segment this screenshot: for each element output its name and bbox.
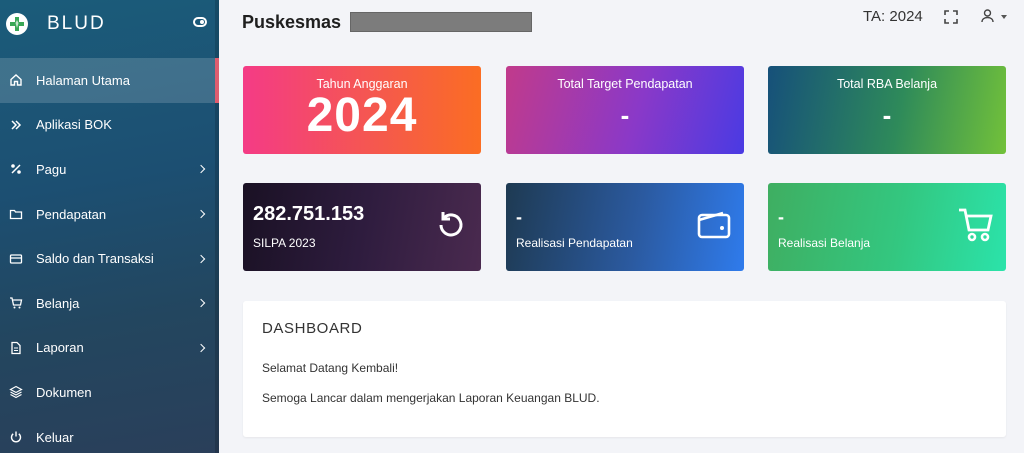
greeting-text: Semoga Lancar dalam mengerjakan Laporan … (262, 391, 600, 405)
sidebar-menu: Halaman Utama Aplikasi BOK Pagu Pendapat… (0, 58, 219, 453)
panel-title: DASHBOARD (262, 320, 363, 337)
fullscreen-icon[interactable] (944, 10, 958, 24)
double-chevron-icon (9, 118, 23, 132)
welcome-text: Selamat Datang Kembali! (262, 361, 399, 375)
card-label: Total RBA Belanja (836, 77, 938, 91)
page-title: Puskesmas (242, 12, 342, 32)
sidebar-item-belanja[interactable]: Belanja (0, 281, 219, 326)
sidebar-toggle-icon[interactable] (193, 17, 207, 27)
chevron-right-icon (196, 254, 206, 263)
home-icon (9, 73, 23, 87)
layers-icon (9, 385, 23, 399)
card-value: - (620, 100, 630, 130)
fiscal-year-label[interactable]: TA: 2024 (863, 8, 923, 25)
sidebar-item-label: Pagu (36, 161, 67, 177)
power-icon (9, 430, 23, 444)
wallet-icon (696, 207, 732, 243)
card-value: - (882, 100, 892, 130)
percent-icon (9, 162, 23, 176)
card-realisasi-pendapatan: - Realisasi Pendapatan (506, 183, 744, 271)
dashboard-panel: DASHBOARD Selamat Datang Kembali! Semoga… (243, 301, 1006, 437)
sidebar-item-laporan[interactable]: Laporan (0, 326, 219, 371)
chevron-right-icon (196, 343, 206, 353)
sidebar-item-aplikasi-bok[interactable]: Aplikasi BOK (0, 103, 219, 148)
chevron-right-icon (196, 165, 206, 174)
sidebar-item-halaman-utama[interactable]: Halaman Utama (0, 58, 219, 103)
cart-icon (9, 296, 23, 310)
card-label: Realisasi Belanja (778, 236, 871, 250)
chevron-right-icon (196, 209, 206, 219)
brand-name: BLUD (47, 13, 106, 34)
sidebar-item-label: Belanja (36, 295, 80, 311)
redacted-name (350, 12, 532, 32)
document-icon (9, 341, 23, 355)
card-silpa: 282.751.153 SILPA 2023 (243, 183, 481, 271)
sidebar-item-label: Halaman Utama (36, 72, 130, 88)
plus-leaf-logo-icon (6, 13, 28, 35)
sidebar: BLUD Halaman Utama Aplikasi BOK Pagu Pen… (0, 0, 219, 453)
sidebar-item-label: Saldo dan Transaksi (36, 251, 154, 267)
card-value: 2024 (306, 89, 418, 142)
sidebar-item-saldo-dan-transaksi[interactable]: Saldo dan Transaksi (0, 236, 219, 281)
user-icon[interactable] (981, 9, 994, 23)
sidebar-item-label: Laporan (36, 340, 84, 356)
chevron-right-icon (196, 299, 206, 308)
sidebar-item-keluar[interactable]: Keluar (0, 415, 219, 453)
sidebar-item-pendapatan[interactable]: Pendapatan (0, 192, 219, 237)
card-label: Realisasi Pendapatan (516, 236, 633, 250)
card-label: SILPA 2023 (253, 236, 316, 250)
sidebar-item-label: Dokumen (36, 384, 92, 400)
brand[interactable]: BLUD (0, 0, 219, 48)
card-value: - (778, 207, 784, 227)
cart-icon (958, 207, 994, 243)
sidebar-item-dokumen[interactable]: Dokumen (0, 370, 219, 415)
sidebar-item-label: Keluar (36, 429, 74, 445)
credit-card-icon (9, 252, 23, 266)
folder-icon (9, 207, 23, 221)
card-label: Total Target Pendapatan (557, 77, 693, 91)
card-realisasi-belanja: - Realisasi Belanja (768, 183, 1006, 271)
sidebar-item-label: Aplikasi BOK (36, 117, 112, 133)
card-value: 282.751.153 (253, 203, 365, 225)
sidebar-item-pagu[interactable]: Pagu (0, 147, 219, 192)
card-total-rba-belanja: Total RBA Belanja - (768, 66, 1006, 154)
history-icon (433, 207, 469, 243)
card-value: - (516, 207, 522, 227)
sidebar-item-label: Pendapatan (36, 206, 107, 222)
caret-down-icon[interactable] (1001, 15, 1007, 19)
card-tahun-anggaran: Tahun Anggaran 2024 (243, 66, 481, 154)
card-total-target-pendapatan: Total Target Pendapatan - (506, 66, 744, 154)
